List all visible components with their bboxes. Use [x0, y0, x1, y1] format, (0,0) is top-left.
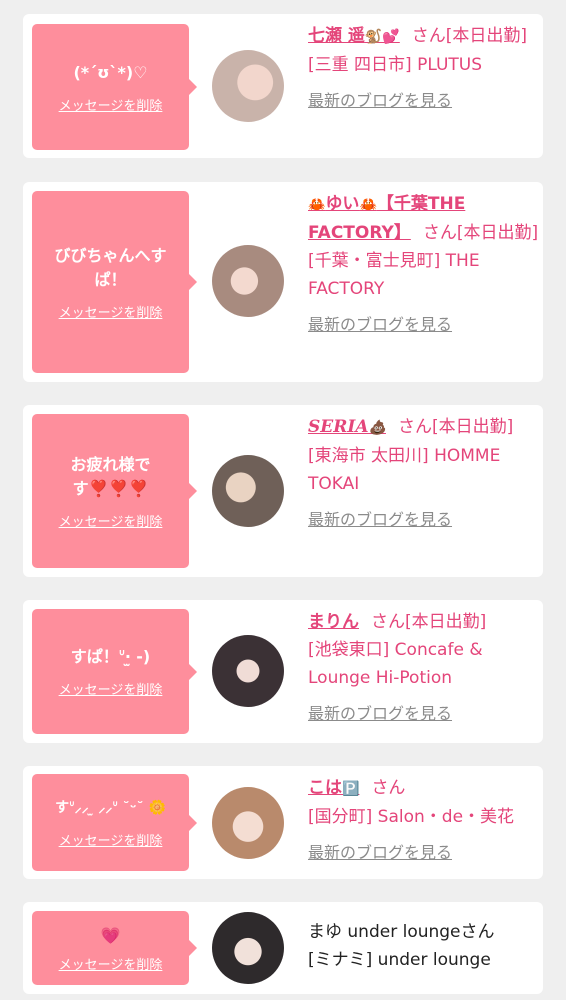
shop-location: [ミナミ] under lounge: [308, 950, 491, 970]
cast-info: 七瀬 遥🐒💕 さん[本日出勤] [三重 四日市] PLUTUS 最新のブログを見る: [308, 22, 540, 115]
message-text: お疲れ様です❣️❣️❣️: [70, 454, 151, 498]
blog-link[interactable]: 最新のブログを見る: [308, 87, 540, 115]
delete-message-link[interactable]: メッセージを削除: [59, 302, 163, 321]
name-emoji: 🅿️: [342, 781, 360, 797]
message-bubble: すぱ！ᐡ‧̫ -) メッセージを削除: [32, 609, 197, 734]
shop-location: [三重 四日市] PLUTUS: [308, 55, 483, 75]
name-emoji: 💩: [368, 420, 386, 436]
name-emoji: 🐒💕: [364, 29, 400, 45]
message-card: すᐡ⸝⸝ ̫ ⸝⸝ᐡ ˘ᵕ˘ 🌼 メッセージを削除 こは🅿️ さん [国分町] S…: [23, 766, 543, 879]
shop-location: [池袋東口] Concafe & Lounge Hi-Potion: [308, 640, 483, 688]
blog-link[interactable]: 最新のブログを見る: [308, 311, 540, 339]
message-card: (*´ʊ`*)♡ メッセージを削除 七瀬 遥🐒💕 さん[本日出勤] [三重 四日市…: [23, 14, 543, 158]
avatar[interactable]: [212, 50, 284, 122]
status-text: さん[本日出勤]: [397, 417, 514, 437]
message-card: お疲れ様です❣️❣️❣️ メッセージを削除 SERIA💩 さん[本日出勤] [東海…: [23, 405, 543, 577]
message-text: すᐡ⸝⸝ ̫ ⸝⸝ᐡ ˘ᵕ˘ 🌼: [55, 800, 166, 816]
shop-location: [国分町] Salon・de・美花: [308, 807, 515, 827]
avatar[interactable]: [212, 455, 284, 527]
message-card: 💗 メッセージを削除 まゆ under loungeさん [ミナミ] under…: [23, 902, 543, 994]
delete-message-link[interactable]: メッセージを削除: [59, 679, 163, 698]
message-text: びびちゃんへすぱ！: [54, 245, 167, 289]
cast-name-link[interactable]: まりん: [308, 612, 359, 632]
delete-message-link[interactable]: メッセージを削除: [59, 511, 163, 530]
blog-link[interactable]: 最新のブログを見る: [308, 839, 540, 867]
cast-info: まりん さん[本日出勤] [池袋東口] Concafe & Lounge Hi-P…: [308, 608, 540, 728]
cast-info: まゆ under loungeさん [ミナミ] under lounge: [308, 918, 540, 974]
delete-message-link[interactable]: メッセージを削除: [59, 954, 163, 973]
message-bubble: お疲れ様です❣️❣️❣️ メッセージを削除: [32, 414, 197, 568]
delete-message-link[interactable]: メッセージを削除: [59, 95, 163, 114]
shop-location: [東海市 太田川] HOMME TOKAI: [308, 446, 501, 494]
avatar[interactable]: [212, 635, 284, 707]
blog-link[interactable]: 最新のブログを見る: [308, 506, 540, 534]
cast-info: 🦀ゆい🦀【千葉THE FACTORY】 さん[本日出勤] [千葉・富士見町] TH…: [308, 190, 540, 339]
status-text: さん[本日出勤]: [422, 223, 539, 243]
cast-name-link[interactable]: 七瀬 遥🐒💕: [308, 26, 400, 46]
message-bubble: びびちゃんへすぱ！ メッセージを削除: [32, 191, 197, 373]
message-card: すぱ！ᐡ‧̫ -) メッセージを削除 まりん さん[本日出勤] [池袋東口] Co…: [23, 600, 543, 743]
cast-info: SERIA💩 さん[本日出勤] [東海市 太田川] HOMME TOKAI 最新の…: [308, 413, 540, 534]
avatar[interactable]: [212, 245, 284, 317]
cast-name[interactable]: まゆ under loungeさん: [308, 922, 495, 942]
status-text: さん[本日出勤]: [371, 612, 487, 632]
avatar[interactable]: [212, 912, 284, 984]
message-text: すぱ！ᐡ‧̫ -): [70, 647, 151, 666]
status-text: さん: [371, 778, 406, 798]
cast-info: こは🅿️ さん [国分町] Salon・de・美花 最新のブログを見る: [308, 774, 540, 867]
message-bubble: 💗 メッセージを削除: [32, 911, 197, 985]
avatar[interactable]: [212, 787, 284, 859]
cast-name-link[interactable]: SERIA💩: [308, 417, 386, 437]
message-text: 💗: [100, 925, 121, 945]
message-text: (*´ʊ`*)♡: [73, 62, 148, 82]
status-text: さん[本日出勤]: [411, 26, 528, 46]
cast-name-link[interactable]: こは🅿️: [308, 778, 359, 798]
shop-location: [千葉・富士見町] THE FACTORY: [308, 251, 480, 299]
message-bubble: すᐡ⸝⸝ ̫ ⸝⸝ᐡ ˘ᵕ˘ 🌼 メッセージを削除: [32, 774, 197, 871]
message-bubble: (*´ʊ`*)♡ メッセージを削除: [32, 24, 197, 150]
message-card: びびちゃんへすぱ！ メッセージを削除 🦀ゆい🦀【千葉THE FACTORY】 さん…: [23, 182, 543, 382]
blog-link[interactable]: 最新のブログを見る: [308, 700, 540, 728]
delete-message-link[interactable]: メッセージを削除: [59, 830, 163, 849]
